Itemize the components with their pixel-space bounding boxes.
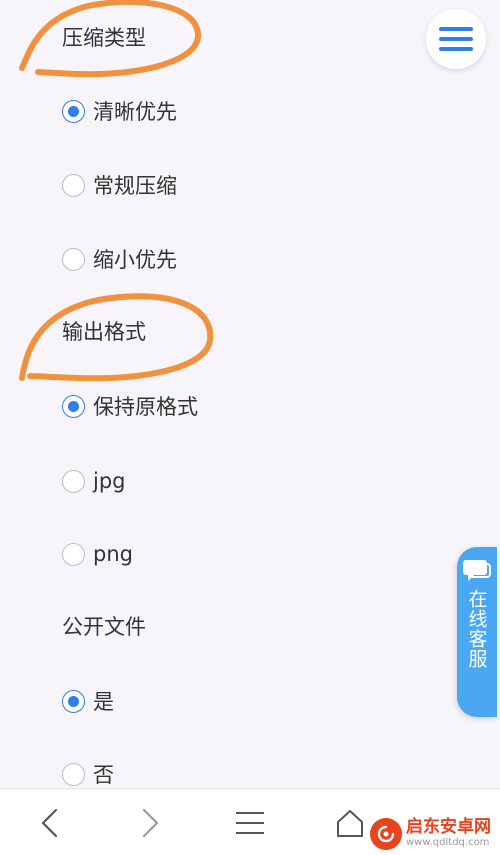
- radio-unchecked-icon[interactable]: [62, 173, 85, 197]
- radio-checked-icon[interactable]: [62, 689, 85, 713]
- option-label: png: [93, 542, 133, 566]
- forward-button[interactable]: [100, 789, 200, 855]
- watermark-name: 启东安卓网: [406, 817, 491, 837]
- watermark-url: www.qdltdq.com: [406, 837, 490, 848]
- option-shrink-first[interactable]: 缩小优先: [62, 245, 177, 273]
- watermark: 启东安卓网 www.qdltdq.com: [370, 812, 500, 855]
- option-label: 缩小优先: [93, 248, 177, 272]
- watermark-logo-icon: [370, 817, 402, 850]
- radio-unchecked-icon[interactable]: [62, 469, 85, 493]
- option-label: 常规压缩: [93, 174, 177, 198]
- option-jpg[interactable]: jpg: [62, 467, 126, 495]
- option-label: 保持原格式: [93, 395, 198, 419]
- home-icon: [337, 809, 363, 837]
- radio-checked-icon[interactable]: [62, 394, 85, 418]
- radio-unchecked-icon[interactable]: [62, 247, 85, 271]
- online-service-tab[interactable]: 在线客服: [457, 547, 497, 717]
- forward-arrow-icon: [142, 808, 159, 837]
- option-label: jpg: [93, 469, 126, 493]
- option-public-no[interactable]: 否: [62, 760, 114, 788]
- online-service-label: 在线客服: [465, 589, 488, 669]
- radio-checked-icon[interactable]: [62, 99, 85, 123]
- option-label: 清晰优先: [93, 100, 177, 124]
- menu-button[interactable]: [426, 9, 486, 69]
- option-png[interactable]: png: [62, 540, 133, 568]
- settings-form: 压缩类型 清晰优先 常规压缩 缩小优先 输出格式 保持原格式 jpg png 公…: [0, 0, 500, 788]
- option-label: 是: [93, 690, 114, 714]
- output-format-title: 输出格式: [62, 320, 146, 344]
- back-button[interactable]: [0, 789, 100, 855]
- option-normal-compress[interactable]: 常规压缩: [62, 171, 177, 199]
- menu-lines-icon: [236, 811, 264, 834]
- browser-menu-button[interactable]: [200, 789, 300, 855]
- radio-unchecked-icon[interactable]: [62, 762, 85, 786]
- public-file-title: 公开文件: [62, 615, 146, 639]
- option-label: 否: [93, 763, 114, 787]
- chat-bubble-icon: [463, 560, 491, 581]
- back-arrow-icon: [41, 808, 58, 837]
- option-public-yes[interactable]: 是: [62, 687, 114, 715]
- option-keep-format[interactable]: 保持原格式: [62, 392, 198, 420]
- radio-unchecked-icon[interactable]: [62, 542, 85, 566]
- compression-type-title: 压缩类型: [62, 26, 146, 50]
- option-clarity-first[interactable]: 清晰优先: [62, 97, 177, 125]
- hamburger-menu-icon: [439, 27, 473, 51]
